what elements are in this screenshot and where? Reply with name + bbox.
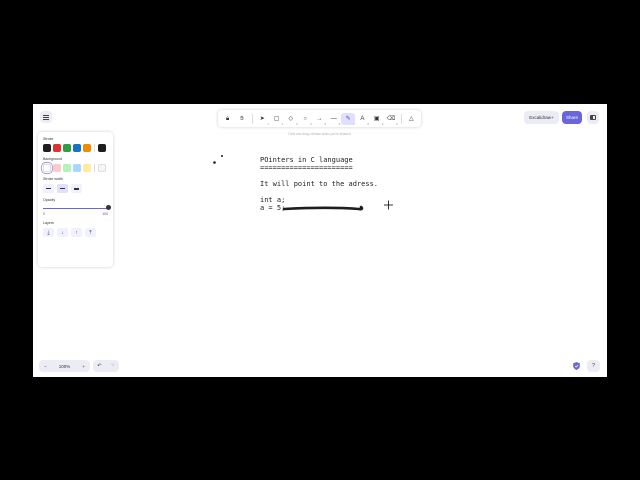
freehand-stroke[interactable] bbox=[282, 205, 364, 211]
zoom-level[interactable]: 100% bbox=[59, 364, 71, 369]
shield-icon bbox=[572, 362, 580, 370]
crosshair-cursor-icon bbox=[384, 200, 393, 210]
undo-redo-controls: ↶ ↷ bbox=[93, 360, 119, 372]
dot-mark[interactable] bbox=[221, 155, 223, 157]
help-button[interactable]: ? bbox=[587, 360, 600, 372]
freehand-strokes bbox=[213, 155, 393, 211]
encryption-shield-icon[interactable] bbox=[571, 361, 581, 371]
zoom-controls: − 100% + bbox=[39, 360, 90, 372]
undo-button[interactable]: ↶ bbox=[97, 363, 101, 369]
excalidraw-app: 🔒︎ ✋︎ ➤ 1 ▢ 2 ◇ 3 ○ 4 → 5—6 ✎ 7 A 8 ▣ 9 ⌫ 0 △ Click and drag… bbox=[33, 104, 607, 377]
redo-button[interactable]: ↷ bbox=[110, 363, 114, 369]
zoom-in-button[interactable]: + bbox=[82, 364, 85, 369]
dot-mark[interactable] bbox=[213, 161, 216, 164]
zoom-out-button[interactable]: − bbox=[44, 364, 47, 369]
